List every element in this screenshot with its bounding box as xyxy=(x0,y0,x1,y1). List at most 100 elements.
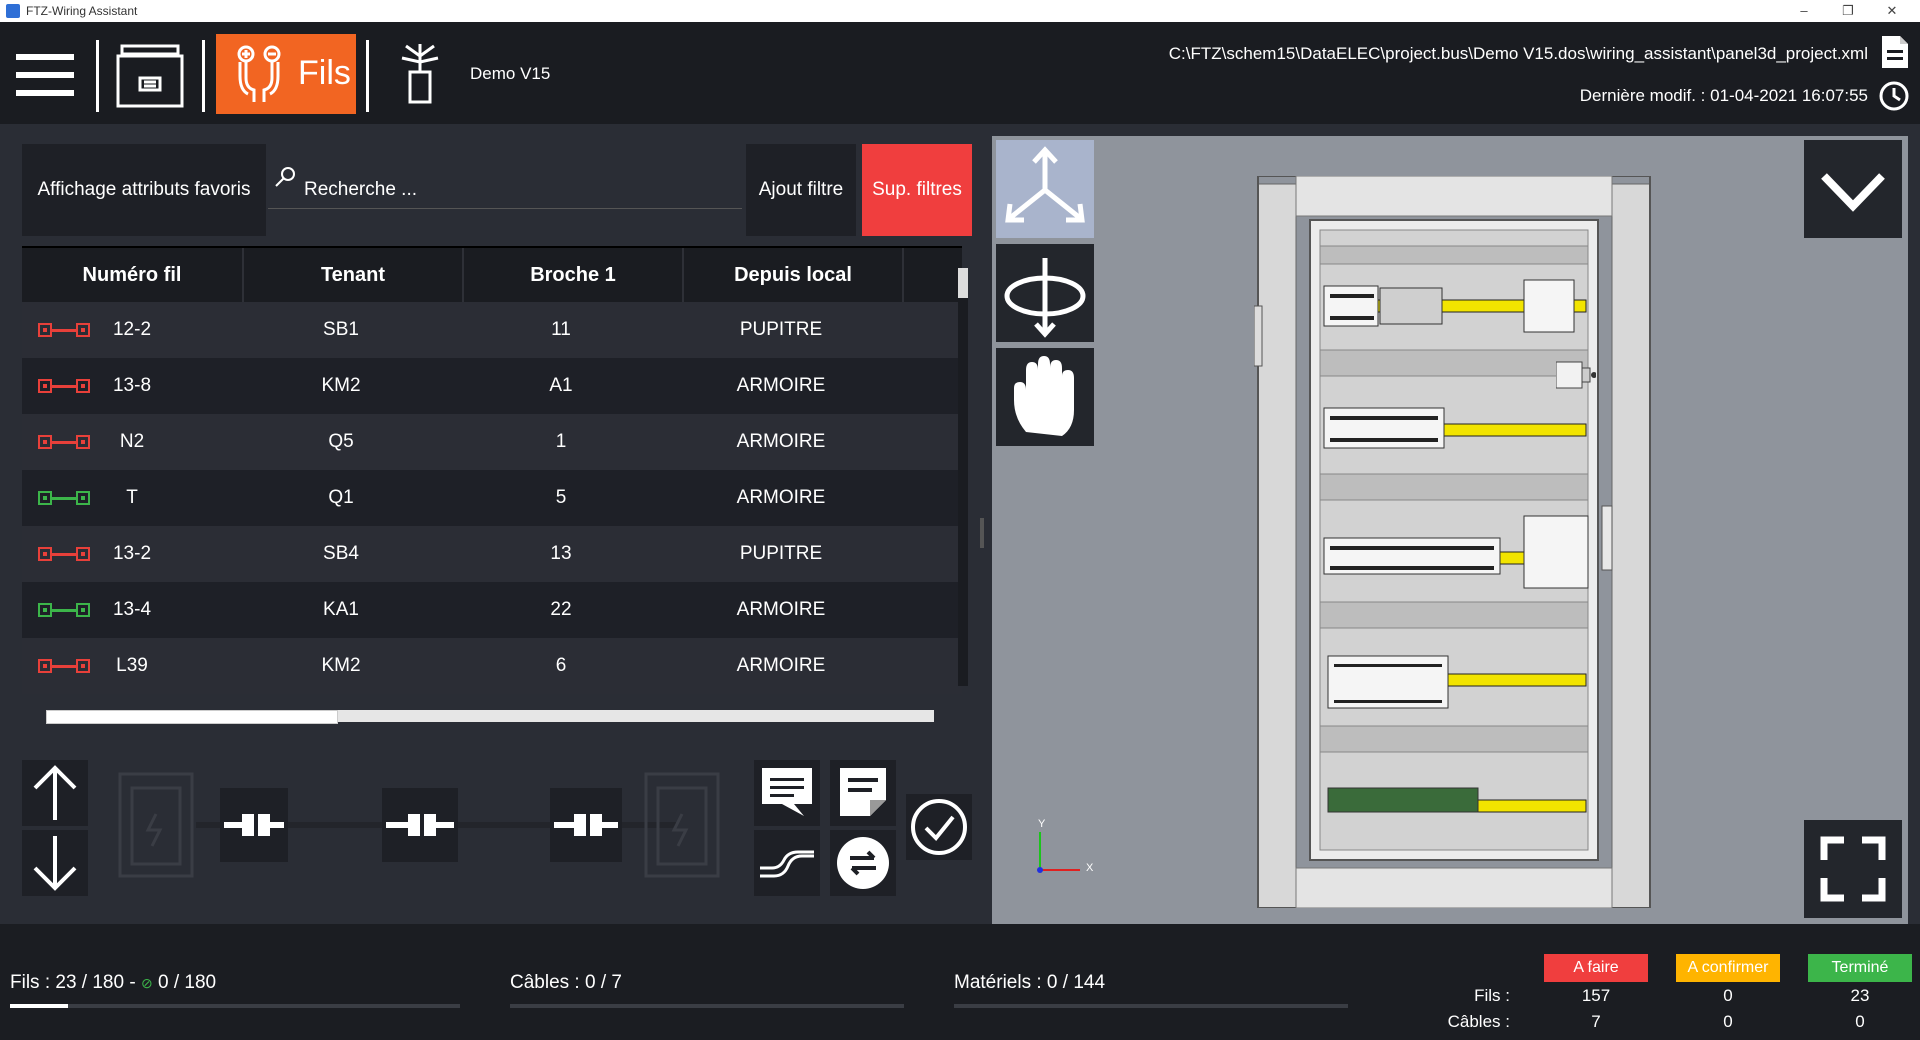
connector-left-button[interactable] xyxy=(220,788,288,862)
cell-broche: 5 xyxy=(555,487,567,508)
arrow-down-icon xyxy=(33,836,77,891)
vertical-scrollbar[interactable] xyxy=(958,268,968,686)
column-header-tenant[interactable]: Tenant xyxy=(244,248,464,302)
cell-tenant: KM2 xyxy=(321,655,361,676)
search-icon xyxy=(275,167,295,187)
validate-button[interactable] xyxy=(906,794,972,860)
cell-wire-number: 13-2 xyxy=(112,543,152,564)
fils-count-label: Fils : 23 / 180 - xyxy=(10,972,141,993)
table-row[interactable]: 13-2 SB4 13 PUPITRE xyxy=(22,526,962,582)
cell-wire-number: N2 xyxy=(119,431,145,452)
move-down-button[interactable] xyxy=(22,830,88,896)
3d-viewport[interactable]: Y X xyxy=(992,136,1908,924)
swap-button[interactable] xyxy=(830,830,896,896)
fils-done-count: 0 / 180 xyxy=(157,972,217,993)
axis-arrows-icon xyxy=(1005,146,1085,223)
fils-todo-count: 157 xyxy=(1581,986,1611,1005)
collapse-dropdown-button[interactable] xyxy=(1804,140,1902,238)
move-up-button[interactable] xyxy=(22,760,88,826)
status-bar: Fils : 23 / 180 - ⊘ 0 / 180 Câbles : 0 /… xyxy=(0,924,1920,1040)
archive-box-icon[interactable] xyxy=(114,38,186,110)
table-header: Numéro fil Tenant Broche 1 Depuis local xyxy=(22,246,962,302)
horizontal-scroll-thumb[interactable] xyxy=(46,710,338,724)
toolbar-separator xyxy=(366,40,369,112)
cables-confirm-count: 0 xyxy=(1723,1012,1733,1031)
cable-icon[interactable] xyxy=(396,36,446,108)
restore-button[interactable]: ❐ xyxy=(1826,1,1870,21)
cell-wire-number: 13-8 xyxy=(112,375,152,396)
hamburger-menu-icon[interactable] xyxy=(16,50,74,100)
axis-view-button[interactable] xyxy=(996,140,1094,238)
clock-icon xyxy=(1878,80,1910,112)
badge-done: Terminé xyxy=(1808,954,1912,982)
cell-broche: 11 xyxy=(551,319,571,340)
check-circle-icon xyxy=(911,799,967,855)
pan-view-button[interactable] xyxy=(996,348,1094,446)
comment-button[interactable] xyxy=(754,760,820,826)
chevron-down-icon xyxy=(1821,173,1885,212)
column-header-broche[interactable]: Broche 1 xyxy=(464,248,684,302)
window-title: FTZ-Wiring Assistant xyxy=(26,4,138,18)
comment-icon xyxy=(762,768,812,816)
note-button[interactable] xyxy=(830,760,896,826)
note-icon xyxy=(840,768,886,816)
search-field[interactable]: Recherche ... xyxy=(268,146,742,209)
plug-icon xyxy=(386,814,454,836)
cable-route-icon xyxy=(760,850,814,878)
cables-done-total: 0 xyxy=(1855,1012,1865,1031)
favorite-attributes-button[interactable]: Affichage attributs favoris xyxy=(22,144,266,236)
add-filter-button[interactable]: Ajout filtre xyxy=(746,144,856,236)
wires-table: Numéro fil Tenant Broche 1 Depuis local … xyxy=(22,246,962,696)
hand-icon xyxy=(1014,356,1074,436)
column-header-from-location[interactable]: Depuis local xyxy=(684,248,904,302)
splitter-handle[interactable] xyxy=(980,518,984,548)
remove-filters-button[interactable]: Sup. filtres xyxy=(862,144,972,236)
fullscreen-button[interactable] xyxy=(1804,820,1902,918)
horizontal-scrollbar[interactable] xyxy=(46,710,934,724)
cables-progress-bar xyxy=(510,1004,904,1008)
axis-gizmo: Y X xyxy=(1032,818,1102,878)
cell-broche: 1 xyxy=(555,431,567,452)
app-icon xyxy=(6,4,20,18)
table-row[interactable]: 12-2 SB1 11 PUPITRE xyxy=(22,302,962,358)
title-bar: FTZ-Wiring Assistant – ❐ ✕ xyxy=(0,0,1920,22)
wire-connector-icon xyxy=(237,45,281,102)
handle-knob-icon xyxy=(1556,361,1596,389)
cell-tenant: Q1 xyxy=(328,487,354,508)
last-modified-text: Dernière modif. : 01-04-2021 16:07:55 xyxy=(1579,86,1868,105)
minimize-button[interactable]: – xyxy=(1782,1,1826,21)
table-row[interactable]: 13-4 KA1 22 ARMOIRE xyxy=(22,582,962,638)
project-path: C:\FTZ\schem15\DataELEC\project.bus\Demo… xyxy=(1168,44,1868,63)
materiels-status-text: Matériels : 0 / 144 xyxy=(954,972,1106,993)
rotate-view-button[interactable] xyxy=(996,244,1094,342)
table-row[interactable]: T Q1 5 ARMOIRE xyxy=(22,470,962,526)
document-icon[interactable] xyxy=(1880,34,1910,70)
cable-route-button[interactable] xyxy=(754,830,820,896)
column-header-wire-number[interactable]: Numéro fil xyxy=(22,248,244,302)
check-small-icon: ⊘ xyxy=(140,975,153,991)
fils-tab-button[interactable]: Fils xyxy=(216,34,356,114)
table-row[interactable]: N2 Q5 1 ARMOIRE xyxy=(22,414,962,470)
cables-todo-count: 7 xyxy=(1591,1012,1601,1031)
connector-middle-button[interactable] xyxy=(382,788,458,862)
fullscreen-icon xyxy=(1820,836,1886,902)
cables-status-text: Câbles : 0 / 7 xyxy=(510,972,622,993)
vertical-scroll-thumb[interactable] xyxy=(958,268,968,298)
table-row[interactable]: 13-8 KM2 A1 ARMOIRE xyxy=(22,358,962,414)
arrow-up-icon xyxy=(33,765,77,820)
cell-from-location: ARMOIRE xyxy=(736,487,826,508)
close-button[interactable]: ✕ xyxy=(1870,1,1914,21)
plug-icon xyxy=(554,814,618,836)
axis-y-label: Y xyxy=(1038,818,1046,830)
electrical-cabinet-3d xyxy=(1254,176,1651,908)
connector-right-button[interactable] xyxy=(550,788,622,862)
fils-confirm-count: 0 xyxy=(1723,986,1733,1005)
cell-tenant: KA1 xyxy=(323,599,359,620)
axis-x-label: X xyxy=(1086,862,1094,874)
cell-broche: 13 xyxy=(550,543,572,564)
cell-from-location: ARMOIRE xyxy=(736,655,826,676)
fils-status-text: Fils : 23 / 180 - ⊘ 0 / 180 xyxy=(10,972,216,994)
cell-from-location: ARMOIRE xyxy=(736,599,826,620)
table-row[interactable]: L39 KM2 6 ARMOIRE xyxy=(22,638,962,694)
cell-wire-number: 12-2 xyxy=(112,319,152,340)
